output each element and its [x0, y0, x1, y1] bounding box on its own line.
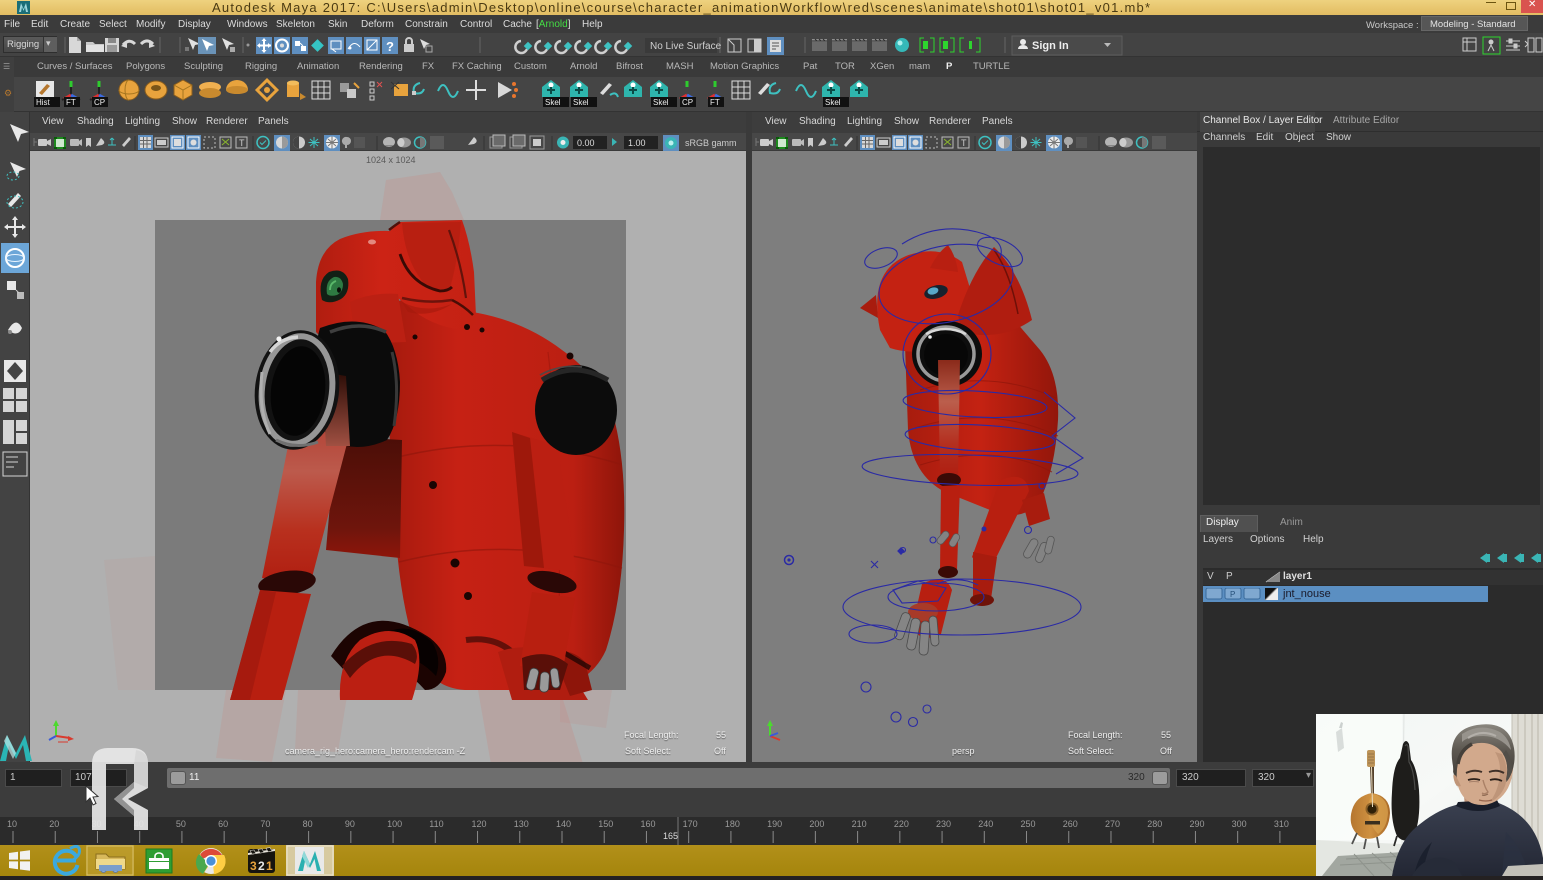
svg-text:160: 160	[640, 819, 655, 829]
svg-text:220: 220	[894, 819, 909, 829]
svg-text:210: 210	[852, 819, 867, 829]
svg-text:FT: FT	[710, 98, 720, 107]
svg-text:T: T	[961, 138, 967, 148]
svg-text:1: 1	[266, 859, 273, 873]
svg-text:165: 165	[663, 831, 678, 841]
svg-text:310: 310	[1274, 819, 1289, 829]
svg-text:Skel: Skel	[573, 98, 589, 107]
svg-text:No Live Surface: No Live Surface	[650, 41, 722, 52]
svg-text:10: 10	[7, 819, 17, 829]
svg-text:120: 120	[472, 819, 487, 829]
svg-text:280: 280	[1147, 819, 1162, 829]
svg-text:?: ?	[386, 39, 394, 54]
svg-text:P: P	[1230, 590, 1235, 599]
svg-text:260: 260	[1063, 819, 1078, 829]
svg-text:3: 3	[250, 859, 257, 873]
svg-text:Hist: Hist	[36, 98, 51, 107]
svg-text:140: 140	[556, 819, 571, 829]
svg-text:110: 110	[429, 819, 443, 829]
svg-text:130: 130	[514, 819, 529, 829]
svg-text:sRGB gamm: sRGB gamm	[685, 138, 737, 148]
svg-text:20: 20	[49, 819, 59, 829]
svg-text:Skel: Skel	[545, 98, 561, 107]
svg-text:1.00: 1.00	[628, 138, 646, 148]
svg-text:180: 180	[725, 819, 740, 829]
svg-text:300: 300	[1232, 819, 1247, 829]
svg-text:170: 170	[683, 819, 698, 829]
svg-text:270: 270	[1105, 819, 1120, 829]
svg-text:100: 100	[387, 819, 402, 829]
svg-text:50: 50	[176, 819, 186, 829]
svg-text:230: 230	[936, 819, 951, 829]
svg-text:60: 60	[218, 819, 228, 829]
svg-text:150: 150	[598, 819, 613, 829]
svg-text:200: 200	[809, 819, 824, 829]
svg-text:0.00: 0.00	[577, 138, 595, 148]
svg-text:Skel: Skel	[825, 98, 841, 107]
svg-text:Sign In: Sign In	[1032, 40, 1069, 52]
svg-text:FT: FT	[66, 98, 76, 107]
svg-text:190: 190	[767, 819, 782, 829]
svg-text:90: 90	[345, 819, 355, 829]
svg-text:250: 250	[1021, 819, 1036, 829]
svg-text:CP: CP	[94, 98, 105, 107]
svg-text:80: 80	[303, 819, 313, 829]
svg-text:240: 240	[978, 819, 993, 829]
svg-text:290: 290	[1189, 819, 1204, 829]
svg-text:T: T	[239, 138, 245, 148]
svg-text:2: 2	[258, 859, 265, 873]
svg-text:70: 70	[260, 819, 270, 829]
svg-text:CP: CP	[682, 98, 693, 107]
svg-text:Skel: Skel	[653, 98, 669, 107]
